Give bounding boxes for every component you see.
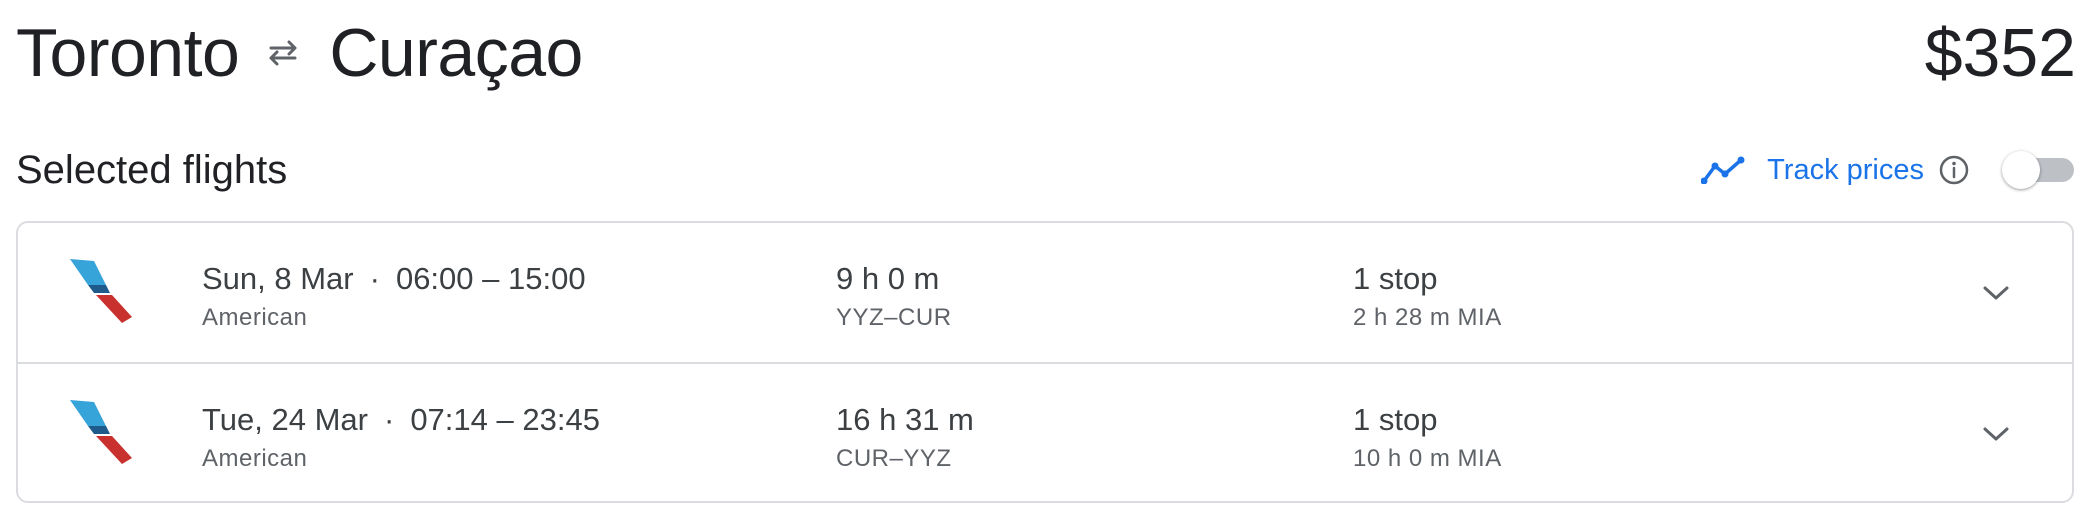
airline-name: American <box>202 304 308 331</box>
times-column: Tue, 24 Mar · 07:14 – 23:45 American <box>202 400 600 476</box>
round-trip-arrows-icon <box>263 38 303 68</box>
flight-date: Sun, 8 Mar <box>202 261 354 296</box>
stop-count: 1 stop <box>1353 402 1438 437</box>
flight-row-outbound[interactable]: Sun, 8 Mar · 06:00 – 15:00 American 9 h 0 … <box>18 223 2072 362</box>
airline-name: American <box>202 445 308 472</box>
separator-dot: · <box>383 402 395 437</box>
separator-dot: · <box>369 261 380 296</box>
destination-city: Curaçao <box>329 15 583 91</box>
trip-header: Toronto Curaçao $352 <box>16 0 2076 110</box>
trending-line-icon <box>1701 156 1747 184</box>
toggle-knob <box>2002 151 2040 189</box>
track-prices-toggle[interactable] <box>2002 150 2076 190</box>
duration-column: 16 h 31 m CUR–YYZ <box>836 400 974 476</box>
route-title: Toronto Curaçao <box>16 8 583 98</box>
selected-flights-list: Sun, 8 Mar · 06:00 – 15:00 American 9 h 0 … <box>16 221 2074 503</box>
expand-chevron-down-icon[interactable] <box>1976 414 2016 454</box>
flight-route: CUR–YYZ <box>836 445 952 472</box>
flight-times: 06:00 – 15:00 <box>395 261 586 296</box>
date-time-line: Tue, 24 Mar · 07:14 – 23:45 <box>202 400 600 440</box>
flight-duration: 16 h 31 m <box>836 402 974 437</box>
american-airlines-logo-icon <box>66 396 138 468</box>
track-prices-control[interactable]: Track prices <box>1701 144 2076 196</box>
info-icon[interactable] <box>1938 154 1970 186</box>
date-time-line: Sun, 8 Mar · 06:00 – 15:00 <box>202 259 586 299</box>
flight-times: 07:14 – 23:45 <box>410 402 600 437</box>
flight-duration: 9 h 0 m <box>836 261 940 296</box>
american-airlines-logo-icon <box>66 255 138 327</box>
stops-column: 1 stop 2 h 28 m MIA <box>1353 259 1502 335</box>
duration-column: 9 h 0 m YYZ–CUR <box>836 259 952 335</box>
track-prices-label[interactable]: Track prices <box>1767 154 1924 187</box>
expand-chevron-down-icon[interactable] <box>1976 273 2016 313</box>
flight-row-return[interactable]: Tue, 24 Mar · 07:14 – 23:45 American 16 h … <box>18 362 2072 501</box>
selected-flights-header: Selected flights Track prices <box>16 138 2076 202</box>
section-title: Selected flights <box>16 148 288 192</box>
total-price: $352 <box>1924 15 2076 91</box>
stop-count: 1 stop <box>1353 261 1438 296</box>
layover-info: 2 h 28 m MIA <box>1353 304 1502 331</box>
flight-date: Tue, 24 Mar <box>202 402 368 437</box>
times-column: Sun, 8 Mar · 06:00 – 15:00 American <box>202 259 586 335</box>
origin-city: Toronto <box>16 15 240 91</box>
flight-route: YYZ–CUR <box>836 304 952 331</box>
layover-info: 10 h 0 m MIA <box>1353 445 1502 472</box>
stops-column: 1 stop 10 h 0 m MIA <box>1353 400 1502 476</box>
